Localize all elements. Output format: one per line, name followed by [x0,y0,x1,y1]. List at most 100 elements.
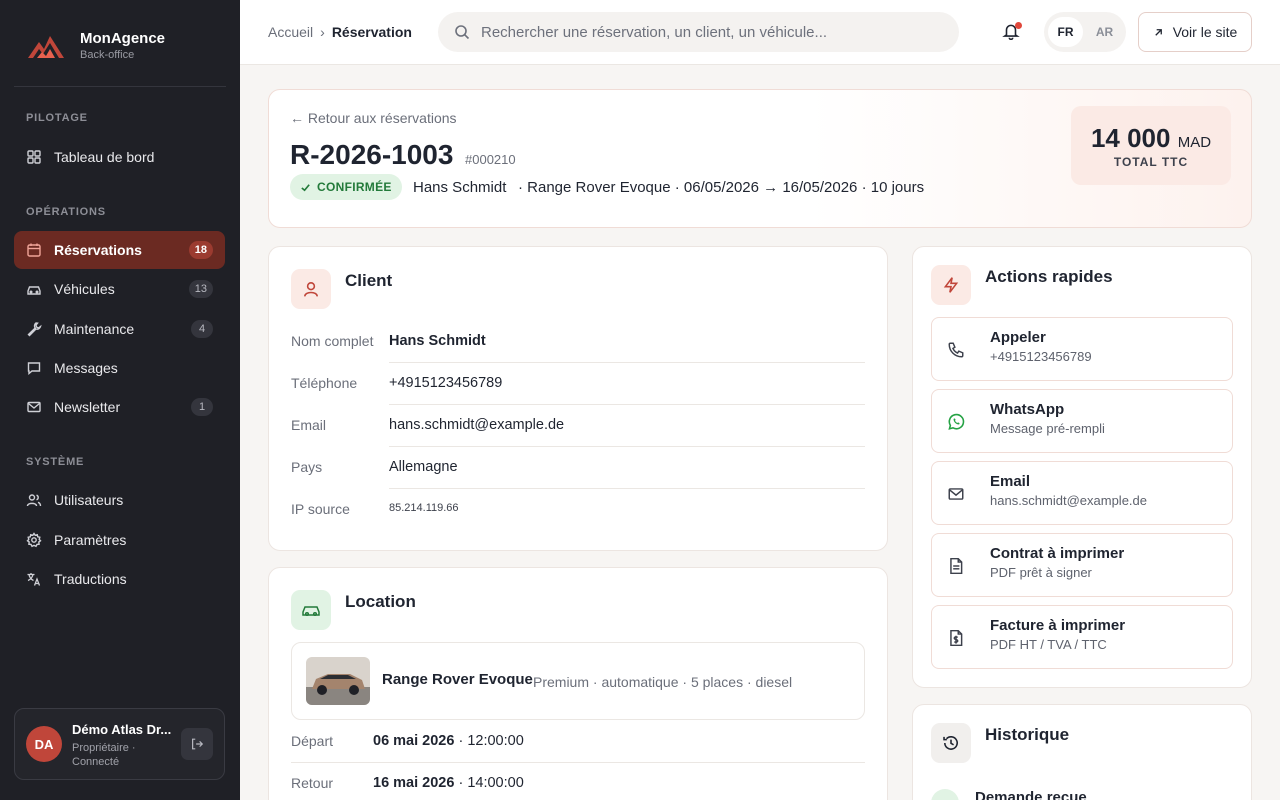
logout-button[interactable] [181,728,213,760]
sidebar-item-label: Maintenance [54,321,135,337]
divider [389,488,865,489]
language-fr[interactable]: FR [1048,17,1083,47]
user-role: Propriétaire · Connecté [72,742,136,768]
message-icon [26,360,42,376]
mountain-logo-icon [28,36,64,58]
sidebar-item-reservations[interactable]: Réservations 18 [14,231,225,269]
lightning-icon [931,265,971,305]
divider [389,362,865,363]
sidebar-item-label: Messages [54,360,118,376]
search-input[interactable] [481,23,941,41]
print-contract-action[interactable]: Contrat à imprimer PDF prêt à signer [931,533,1233,597]
field-value-ip: 85.214.119.66 [389,502,459,514]
location-card: Location Range Rover Evoque Premium · au… [268,567,888,800]
reservation-summary: · Range Rover Evoque · 06/05/2026 → 16/0… [518,179,925,196]
document-icon [946,556,966,576]
sidebar-item-label: Paramètres [54,532,127,548]
field-label: Retour [291,775,334,791]
wrench-icon [26,321,42,337]
action-title: Appeler [990,329,1046,346]
back-to-reservations-link[interactable]: ← Retour aux réservations [290,110,457,126]
status-label: CONFIRMÉE [317,180,392,194]
language-ar[interactable]: AR [1087,17,1122,47]
view-site-label: Voir le site [1172,24,1238,40]
field-label: Nom complet [291,333,374,349]
vehicle-meta: Premium · automatique · 5 places · diese… [533,674,793,690]
count-badge: 1 [191,398,213,416]
sidebar-item-vehicles[interactable]: Véhicules 13 [14,270,225,308]
field-value-name: Hans Schmidt [389,333,486,349]
call-action[interactable]: Appeler +4915123456789 [931,317,1233,381]
reservation-number: #000210 [465,152,516,167]
action-title: Email [990,473,1031,490]
email-action[interactable]: Email hans.schmidt@example.de [931,461,1233,525]
invoice-icon [946,628,966,648]
return-time: · 14:00:00 [458,775,524,791]
quick-actions-card: Actions rapides Appeler +4915123456789 W… [912,246,1252,688]
breadcrumb: Accueil › Réservation [268,24,412,40]
count-badge: 4 [191,320,213,338]
divider [389,446,865,447]
sidebar-item-maintenance[interactable]: Maintenance 4 [14,310,225,348]
status-badge: CONFIRMÉE [290,174,402,200]
print-invoice-action[interactable]: Facture à imprimer PDF HT / TVA / TTC [931,605,1233,669]
search-bar [438,12,959,52]
sidebar-item-settings[interactable]: Paramètres [14,521,225,559]
sidebar: MonAgence Back-office PILOTAGE Tableau d… [0,0,240,800]
avatar[interactable]: DA [26,726,62,762]
sidebar-item-messages[interactable]: Messages [14,349,225,387]
mail-icon [946,484,966,504]
vehicle-summary[interactable]: Range Rover Evoque Premium · automatique… [291,642,865,720]
divider [14,86,226,87]
sidebar-item-translations[interactable]: Traductions [14,560,225,598]
sidebar-item-label: Utilisateurs [54,492,124,508]
field-value-country: Allemagne [389,459,458,475]
history-event-title: Demande reçue [975,789,1087,800]
mail-icon [26,399,42,415]
gear-icon [26,532,42,548]
history-icon [931,723,971,763]
action-subtitle: PDF HT / TVA / TTC [990,637,1107,652]
departure-date: 06 mai 2026 [373,733,455,749]
breadcrumb-current: Réservation [331,24,412,40]
external-arrow-icon [1154,28,1162,36]
car-icon [26,281,42,297]
return-date: 16 mai 2026 [373,775,455,791]
field-label: Téléphone [291,375,358,391]
notifications-button[interactable] [1002,22,1022,42]
action-subtitle: Message pré-rempli [990,421,1105,436]
whatsapp-action[interactable]: WhatsApp Message pré-rempli [931,389,1233,453]
brand[interactable]: MonAgence Back-office [26,30,165,62]
language-switcher: FR AR [1044,12,1126,52]
field-label: IP source [291,501,350,517]
reservation-id: R-2026-1003 [290,139,454,170]
divider [389,404,865,405]
sidebar-item-label: Traductions [54,571,127,587]
whatsapp-icon [946,412,966,432]
sidebar-item-label: Véhicules [54,281,115,297]
sidebar-item-label: Tableau de bord [54,149,155,165]
divider [291,762,865,763]
card-title: Location [345,592,416,611]
total-value: 14 000 [1090,123,1171,153]
sidebar-item-newsletter[interactable]: Newsletter 1 [14,388,225,426]
return-value: 16 mai 2026 · 14:00:00 [373,775,524,791]
breadcrumb-home[interactable]: Accueil [268,24,313,40]
view-site-button[interactable]: Voir le site [1138,12,1252,52]
departure-time: · 12:00:00 [458,733,524,749]
nav-section-system: SYSTÈME [26,456,85,468]
nav-section-pilotage: PILOTAGE [26,112,88,124]
breadcrumb-separator: › [320,24,325,40]
nav-section-operations: OPÉRATIONS [26,206,106,218]
total-amount: 14 000 MAD [1071,123,1231,154]
sidebar-item-dashboard[interactable]: Tableau de bord [14,138,225,176]
card-title: Client [345,271,393,290]
sidebar-item-users[interactable]: Utilisateurs [14,481,225,519]
translate-icon [26,571,42,587]
brand-subtitle: Back-office [80,49,135,61]
action-title: Facture à imprimer [990,617,1126,634]
car-icon [291,590,331,630]
history-event-dot [931,789,959,800]
topbar: Accueil › Réservation FR AR Voir le site [240,0,1280,65]
field-value-email: hans.schmidt@example.de [389,417,565,433]
